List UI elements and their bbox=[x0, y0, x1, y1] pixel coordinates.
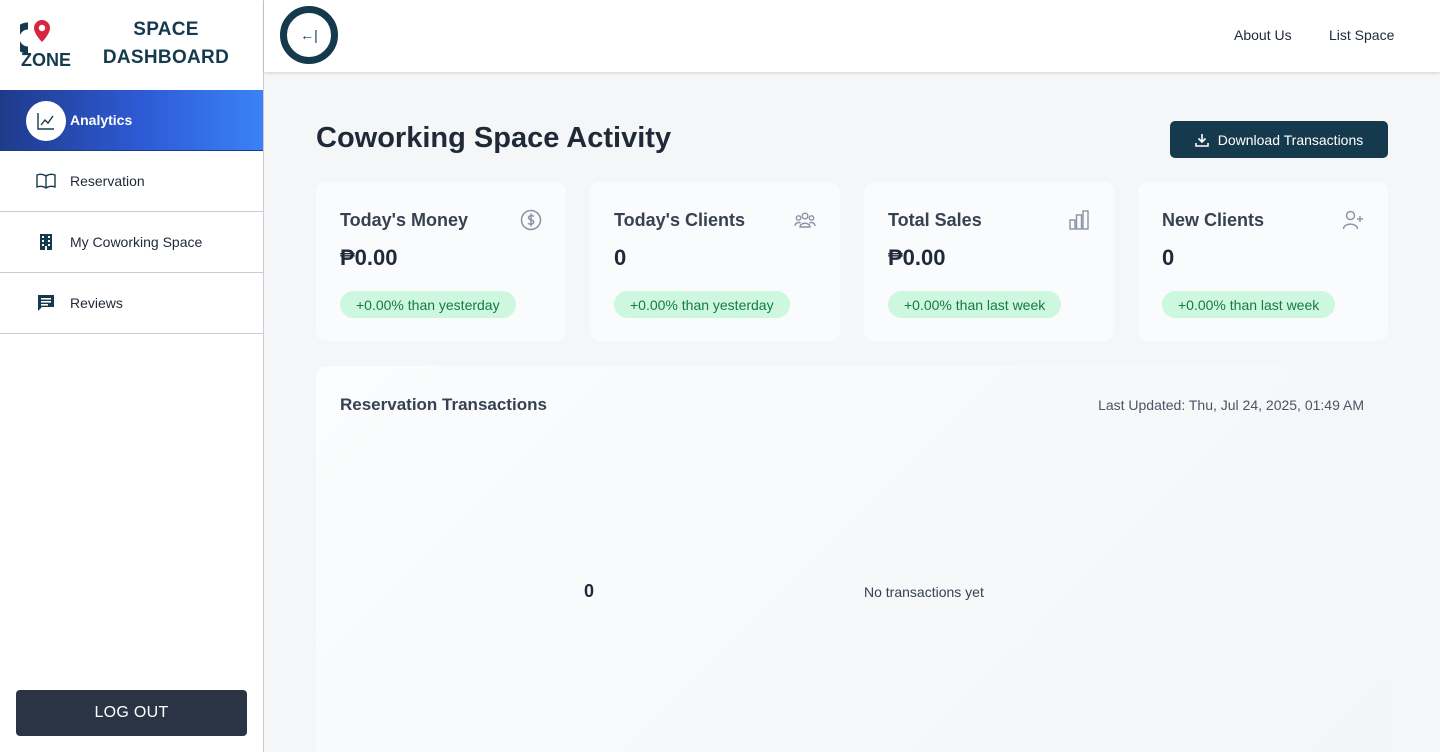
change-badge: +0.00% than last week bbox=[888, 291, 1062, 318]
transaction-count: 0 bbox=[584, 581, 595, 601]
change-badge: +0.00% than last week bbox=[1162, 291, 1336, 318]
sidebar-item-my-coworking-space[interactable]: My Coworking Space bbox=[0, 212, 263, 273]
list-space-link[interactable]: List Space bbox=[1329, 27, 1394, 43]
sidebar-item-label: Analytics bbox=[70, 112, 133, 128]
change-badge: +0.00% than yesterday bbox=[340, 291, 516, 318]
chat-icon bbox=[38, 295, 54, 311]
card-value: ₱0.00 bbox=[340, 245, 398, 270]
page-title: Coworking Space Activity bbox=[316, 122, 672, 154]
chart-line-icon bbox=[26, 101, 66, 141]
dollar-circle-icon bbox=[520, 209, 542, 231]
brand-title: SPACE DASHBOARD bbox=[80, 16, 252, 72]
sidebar-item-label: My Coworking Space bbox=[70, 234, 203, 250]
brand-line-1: SPACE bbox=[133, 19, 199, 40]
stat-card-todays-money: Today's Money ₱0.00 +0.00% than yesterda… bbox=[316, 182, 566, 341]
sidebar-item-analytics[interactable]: Analytics bbox=[0, 90, 263, 151]
sidebar-item-reservation[interactable]: Reservation bbox=[0, 151, 263, 212]
sidebar: ZONE SPACE DASHBOARD Analytics Reservati… bbox=[0, 0, 264, 752]
stat-card-new-clients: New Clients 0 +0.00% than last week bbox=[1138, 182, 1388, 341]
change-badge: +0.00% than yesterday bbox=[614, 291, 790, 318]
card-value: 0 bbox=[614, 245, 627, 270]
sidebar-item-label: Reviews bbox=[70, 295, 123, 311]
card-title: New Clients bbox=[1162, 210, 1265, 230]
card-title: Today's Clients bbox=[614, 210, 745, 230]
bar-chart-icon bbox=[1069, 210, 1089, 230]
empty-state-text: No transactions yet bbox=[864, 584, 984, 600]
panel-title: Reservation Transactions bbox=[340, 395, 547, 414]
logo-text: ZONE bbox=[21, 50, 71, 68]
users-icon bbox=[794, 212, 816, 228]
brand: ZONE SPACE DASHBOARD bbox=[0, 0, 263, 90]
top-header: ←| About Us List Space bbox=[264, 0, 1440, 72]
sidebar-item-reviews[interactable]: Reviews bbox=[0, 273, 263, 334]
stat-card-total-sales: Total Sales ₱0.00 +0.00% than last week bbox=[864, 182, 1114, 341]
collapse-icon: ←| bbox=[300, 27, 318, 43]
about-us-link[interactable]: About Us bbox=[1234, 27, 1292, 43]
building-icon bbox=[40, 234, 52, 250]
download-icon bbox=[1194, 133, 1209, 147]
download-label: Download Transactions bbox=[1217, 131, 1364, 148]
logout-button[interactable]: LOG OUT bbox=[16, 690, 247, 736]
reservation-transactions-panel: Reservation Transactions Last Updated: T… bbox=[316, 366, 1388, 752]
card-title: Total Sales bbox=[888, 210, 982, 230]
user-plus-icon bbox=[1342, 210, 1363, 230]
card-value: 0 bbox=[1162, 245, 1175, 270]
cozone-logo: ZONE bbox=[20, 20, 71, 68]
card-value: ₱0.00 bbox=[888, 245, 946, 270]
stat-card-todays-clients: Today's Clients 0 +0.00% than yesterday bbox=[590, 182, 840, 341]
card-title: Today's Money bbox=[340, 210, 468, 230]
download-transactions-button[interactable]: Download Transactions bbox=[1170, 121, 1388, 158]
sidebar-toggle-button[interactable]: ←| bbox=[280, 6, 338, 64]
book-open-icon bbox=[36, 173, 56, 189]
sidebar-item-label: Reservation bbox=[70, 173, 145, 189]
brand-line-2: DASHBOARD bbox=[102, 47, 230, 68]
last-updated-text: Last Updated: Thu, Jul 24, 2025, 01:49 A… bbox=[1098, 397, 1364, 413]
